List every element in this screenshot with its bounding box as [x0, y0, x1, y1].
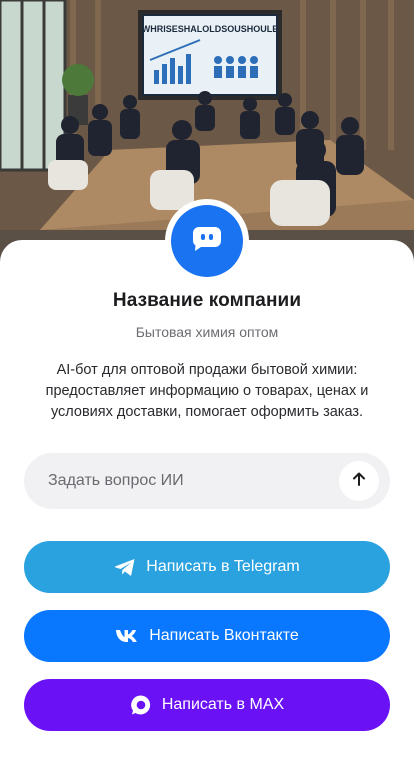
avatar-circle	[171, 205, 243, 277]
max-button-label: Написать в MAX	[161, 696, 285, 713]
telegram-button[interactable]: Написать в Telegram	[24, 541, 390, 593]
telegram-icon	[114, 558, 136, 577]
telegram-button-label: Написать в Telegram	[146, 558, 300, 575]
max-button[interactable]: Написать в MAX	[24, 679, 390, 731]
arrow-up-icon	[351, 471, 367, 492]
chat-bot-icon	[192, 226, 222, 257]
ask-ai-input[interactable]	[48, 472, 328, 490]
max-icon	[130, 694, 152, 716]
vk-button[interactable]: Написать Вконтакте	[24, 610, 390, 662]
company-category: Бытовая химия оптом	[135, 324, 279, 340]
company-description: AI-бот для оптовой продажи бытовой химии…	[45, 362, 369, 420]
vk-icon	[115, 629, 139, 643]
company-name: Название компании	[112, 290, 302, 311]
vk-button-label: Написать Вконтакте	[149, 627, 299, 644]
send-button[interactable]	[339, 461, 379, 501]
ask-ai-field[interactable]	[24, 453, 390, 509]
screen-heading: WHRISESHALOLDSOUSHOULE	[142, 24, 279, 34]
avatar	[165, 199, 249, 283]
